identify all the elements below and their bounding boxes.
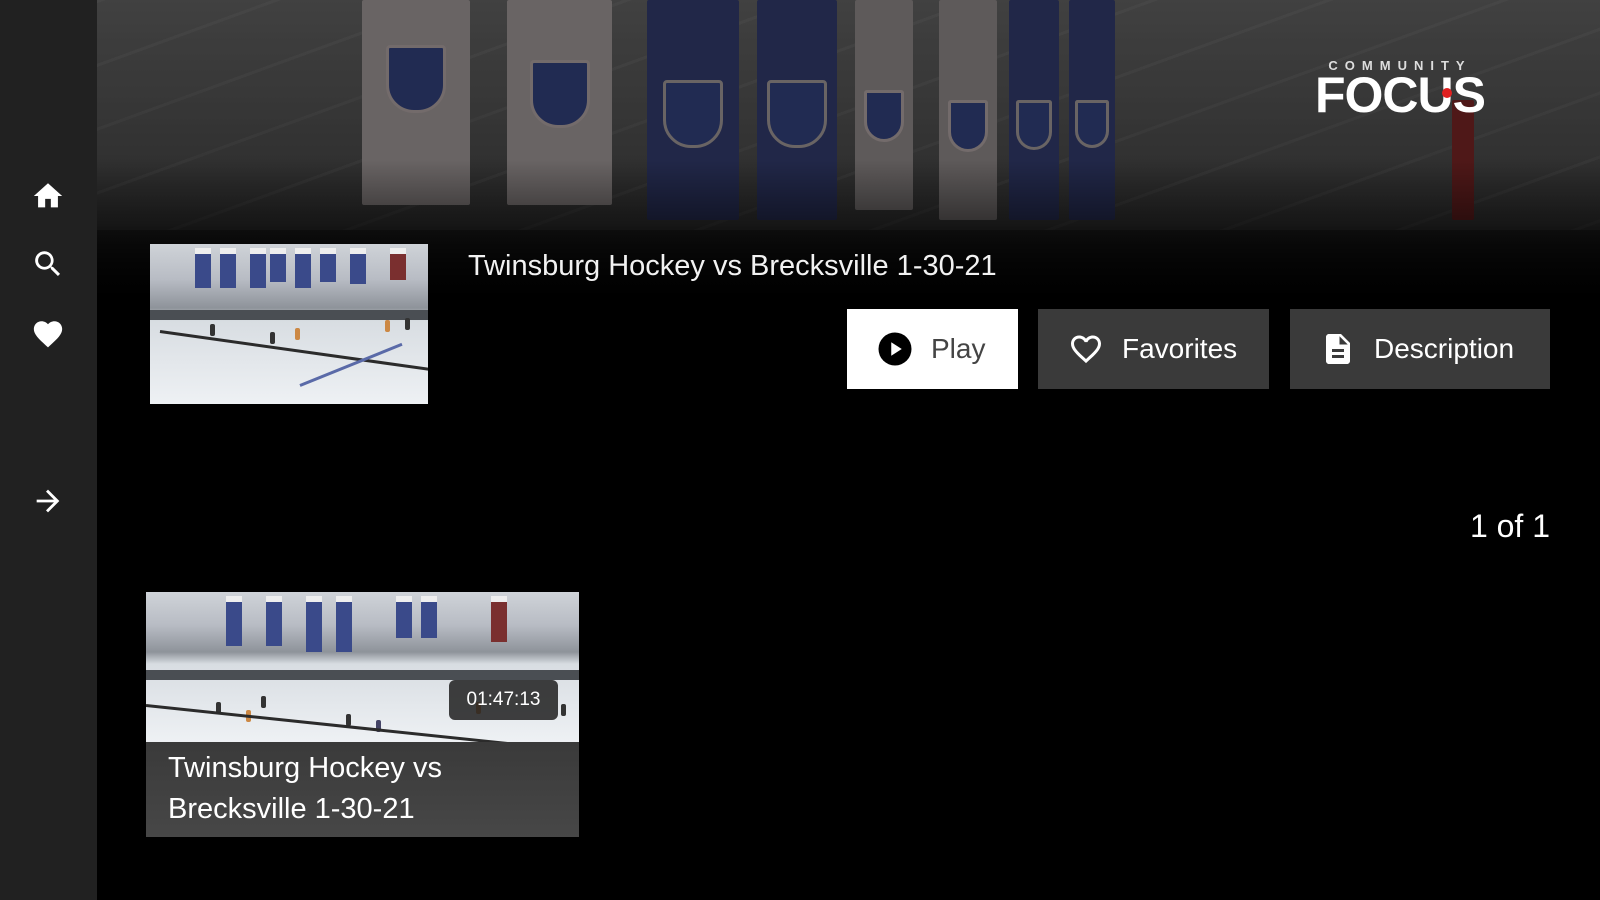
favorites-button-label: Favorites bbox=[1122, 333, 1238, 364]
arrow-right-icon[interactable] bbox=[30, 483, 66, 519]
favorites-button[interactable]: Favorites bbox=[1038, 309, 1269, 389]
play-icon bbox=[878, 332, 912, 366]
card-title: Twinsburg Hockey vs Brecksville 1-30-21 bbox=[168, 752, 442, 825]
featured-thumbnail bbox=[150, 244, 428, 404]
description-button-label: Description bbox=[1374, 333, 1515, 364]
sidebar bbox=[0, 0, 97, 900]
brand-logo-dot bbox=[1442, 88, 1452, 98]
card-thumbnail: 01:47:13 bbox=[146, 592, 579, 742]
heart-icon[interactable] bbox=[30, 316, 66, 352]
brand-logo: COMMUNITY FOCUS bbox=[1310, 58, 1490, 123]
play-button-label: Play bbox=[931, 333, 986, 364]
home-icon[interactable] bbox=[30, 178, 66, 214]
description-button[interactable]: Description bbox=[1290, 309, 1550, 389]
duration-badge: 01:47:13 bbox=[449, 680, 558, 720]
heart-outline-icon bbox=[1071, 335, 1101, 364]
document-icon bbox=[1326, 334, 1350, 364]
video-card[interactable]: 01:47:13 Twinsburg Hockey vs Brecksville… bbox=[146, 592, 579, 837]
play-button[interactable]: Play bbox=[847, 309, 1018, 389]
video-title: Twinsburg Hockey vs Brecksville 1-30-21 bbox=[468, 250, 997, 282]
page-indicator: 1 of 1 bbox=[1469, 508, 1550, 544]
search-icon[interactable] bbox=[30, 246, 66, 282]
brand-logo-main: FOCUS bbox=[1315, 67, 1486, 123]
